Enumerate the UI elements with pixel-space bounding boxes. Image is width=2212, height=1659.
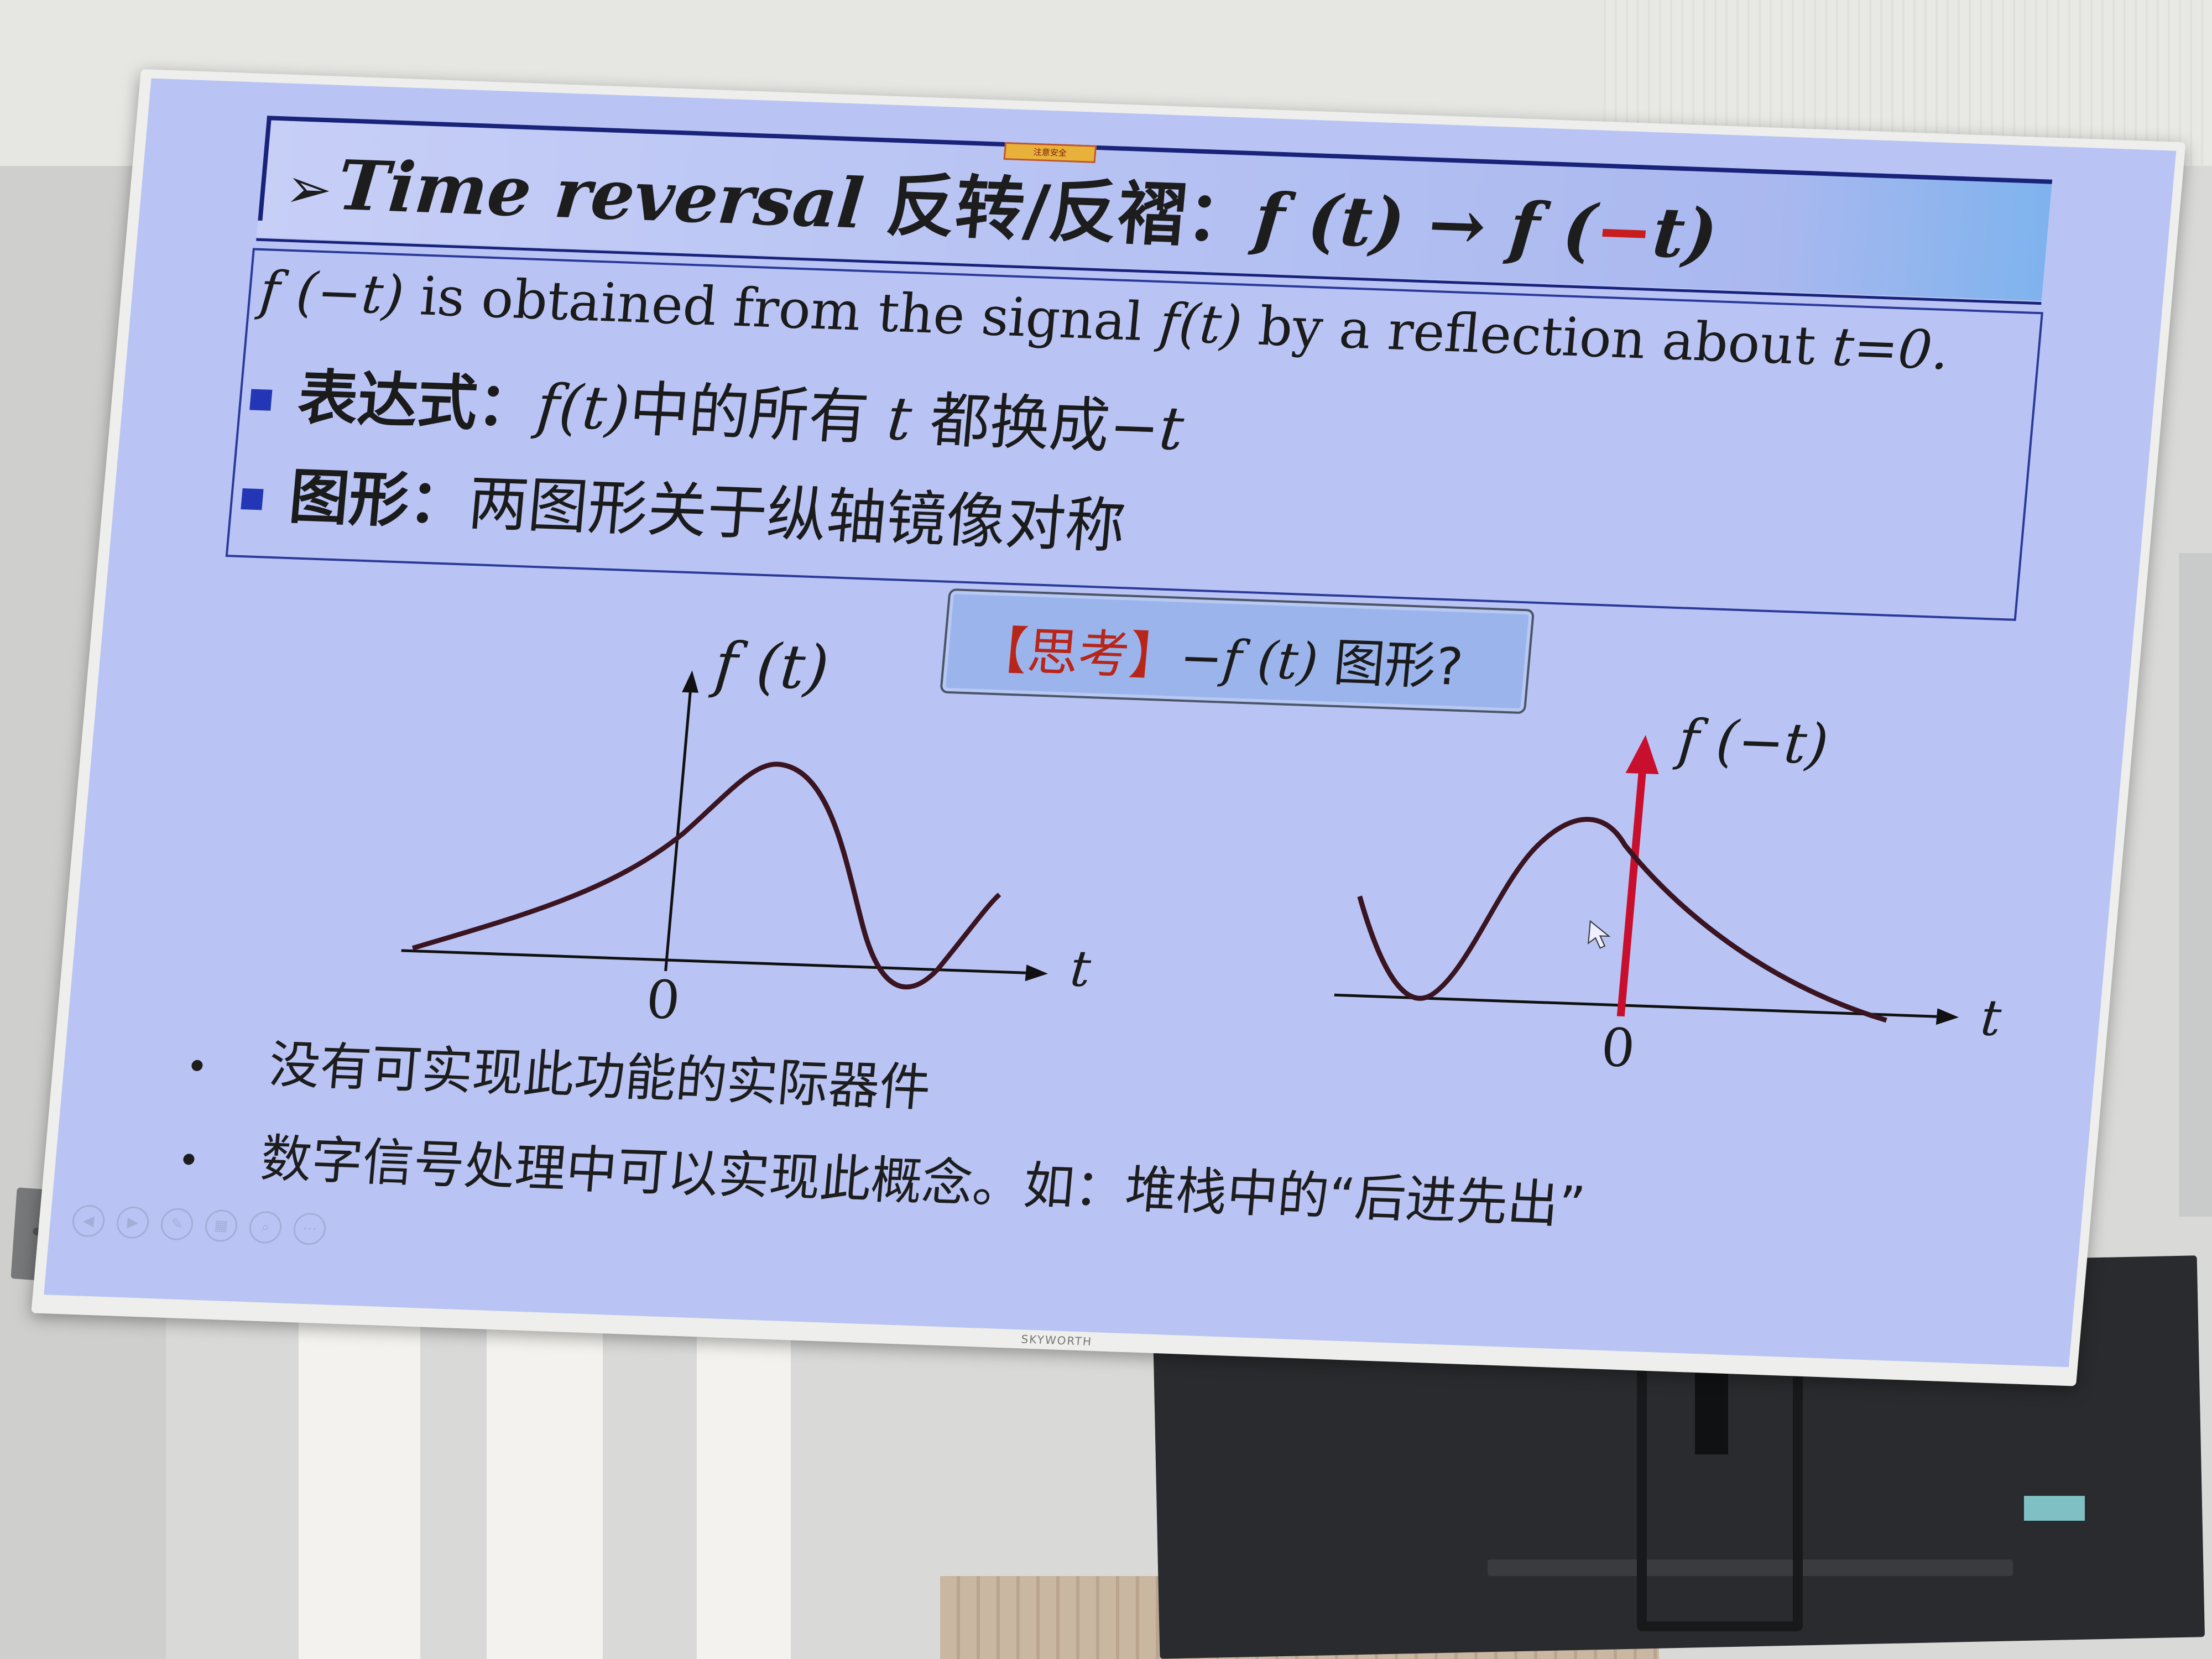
pen-icon[interactable]: ✎ [159, 1207, 195, 1241]
right-ylabel: f (−t) [1672, 707, 1831, 777]
x-axis [401, 949, 1026, 974]
previous-slide-icon[interactable]: ◀ [71, 1204, 106, 1238]
x-axis-arrow-icon [1025, 964, 1048, 982]
tv-brand-logo: SKYWORTH [1020, 1332, 1093, 1348]
zoom-icon[interactable]: ⌕ [248, 1211, 283, 1244]
slide-screen: 注意安全 ➢Time reversal 反转/反褶：f (t) → f (−t)… [44, 78, 2177, 1368]
bullet-dot-icon [191, 1060, 204, 1071]
right-origin: 0 [1599, 1018, 1637, 1079]
left-xlabel: t [1068, 940, 1093, 998]
monitor-back-label [2024, 1496, 2085, 1521]
left-ylabel: f (t) [708, 629, 832, 703]
y-axis-arrow-icon [682, 670, 699, 693]
right-xlabel: t [1979, 989, 2004, 1047]
left-origin: 0 [644, 969, 682, 1031]
tv-display: 注意安全 ➢Time reversal 反转/反褶：f (t) → f (−t)… [31, 69, 2186, 1386]
x-axis-arrow-icon [1936, 1008, 1959, 1025]
slides-grid-icon[interactable]: ▦ [204, 1209, 239, 1243]
graph-left: f (t) t 0 [401, 629, 1093, 1031]
red-y-axis [1616, 768, 1647, 1017]
more-options-icon[interactable]: ⋯ [292, 1212, 327, 1246]
red-y-axis-arrow-icon [1625, 735, 1659, 774]
bullet-dot-icon [182, 1153, 195, 1165]
right-wall [2179, 553, 2212, 1217]
mouse-cursor-icon [1588, 920, 1611, 949]
graph-right: f (−t) t 0 [1334, 707, 2004, 1079]
next-slide-icon[interactable]: ▶ [115, 1206, 150, 1239]
